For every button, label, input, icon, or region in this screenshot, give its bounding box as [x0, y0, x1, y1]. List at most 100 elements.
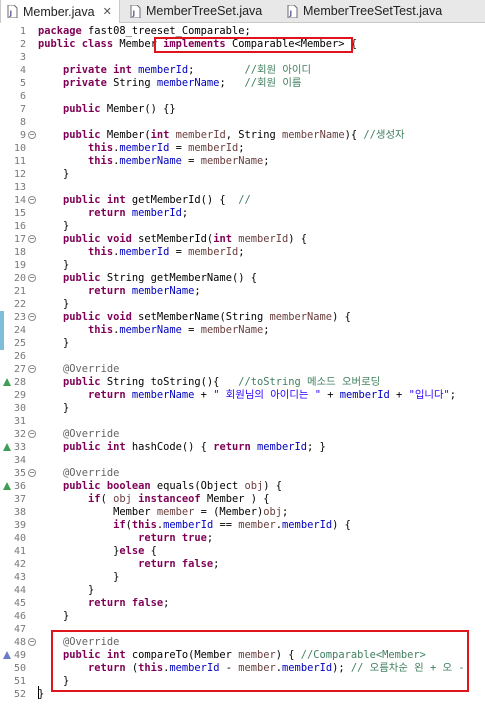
- code-text[interactable]: this.memberName = memberName;: [38, 155, 269, 168]
- code-text[interactable]: this.memberId = memberId;: [38, 142, 244, 155]
- code-line[interactable]: 25 }: [0, 337, 485, 350]
- code-text[interactable]: this.memberId = memberId;: [38, 246, 244, 259]
- code-line[interactable]: 12 }: [0, 168, 485, 181]
- code-text[interactable]: public String getMemberName() {: [38, 272, 257, 285]
- code-text[interactable]: return memberName + " 회원님의 아이디는 " + memb…: [38, 389, 456, 402]
- fold-toggle-icon[interactable]: −: [28, 638, 36, 646]
- fold-toggle-icon[interactable]: −: [28, 313, 36, 321]
- code-line[interactable]: 15 return memberId;: [0, 207, 485, 220]
- code-line[interactable]: 22 }: [0, 298, 485, 311]
- code-text[interactable]: private String memberName; //회원 이름: [38, 77, 301, 90]
- code-text[interactable]: }: [38, 259, 69, 272]
- code-text[interactable]: public Member() {}: [38, 103, 176, 116]
- code-text[interactable]: @Override: [38, 363, 119, 376]
- code-line[interactable]: 11 this.memberName = memberName;: [0, 155, 485, 168]
- code-text[interactable]: this.memberName = memberName;: [38, 324, 269, 337]
- code-line[interactable]: 43 }: [0, 571, 485, 584]
- code-line[interactable]: 31: [0, 415, 485, 428]
- code-line[interactable]: 4 private int memberId; //회원 아이디: [0, 64, 485, 77]
- code-line[interactable]: 10 this.memberId = memberId;: [0, 142, 485, 155]
- code-line[interactable]: 32− @Override: [0, 428, 485, 441]
- code-text[interactable]: return true;: [38, 532, 213, 545]
- code-line[interactable]: 45 return false;: [0, 597, 485, 610]
- code-text[interactable]: if( obj instanceof Member ) {: [38, 493, 269, 506]
- code-line[interactable]: 21 return memberName;: [0, 285, 485, 298]
- code-text[interactable]: @Override: [38, 467, 119, 480]
- code-line[interactable]: 29 return memberName + " 회원님의 아이디는 " + m…: [0, 389, 485, 402]
- fold-toggle-icon[interactable]: −: [28, 365, 36, 373]
- tab-member-java[interactable]: J Member.java ✕: [0, 0, 120, 23]
- code-text[interactable]: if(this.memberId == member.memberId) {: [38, 519, 351, 532]
- code-line[interactable]: 27− @Override: [0, 363, 485, 376]
- code-line[interactable]: 39 if(this.memberId == member.memberId) …: [0, 519, 485, 532]
- code-line[interactable]: 14− public int getMemberId() { //: [0, 194, 485, 207]
- code-text[interactable]: public boolean equals(Object obj) {: [38, 480, 282, 493]
- code-line[interactable]: 33 public int hashCode() { return member…: [0, 441, 485, 454]
- line-number: 44: [13, 585, 26, 596]
- code-line[interactable]: 7 public Member() {}: [0, 103, 485, 116]
- close-icon[interactable]: ✕: [103, 5, 112, 18]
- line-number: 46: [13, 611, 26, 622]
- code-line[interactable]: 26: [0, 350, 485, 363]
- code-text[interactable]: }: [38, 298, 69, 311]
- code-line[interactable]: 13: [0, 181, 485, 194]
- code-line[interactable]: 36 public boolean equals(Object obj) {: [0, 480, 485, 493]
- code-text[interactable]: public Member(int memberId, String membe…: [38, 129, 405, 142]
- code-line[interactable]: 40 return true;: [0, 532, 485, 545]
- code-text[interactable]: public void setMemberId(int memberId) {: [38, 233, 307, 246]
- tab-membertreesettest-java[interactable]: J MemberTreeSetTest.java: [281, 0, 442, 22]
- code-line[interactable]: 19 }: [0, 259, 485, 272]
- code-line[interactable]: 6: [0, 90, 485, 103]
- code-text[interactable]: }: [38, 168, 69, 181]
- code-line[interactable]: 44 }: [0, 584, 485, 597]
- line-number: 40: [13, 533, 26, 544]
- code-text[interactable]: public String toString(){ //toString 메소드…: [38, 376, 380, 389]
- tab-label: Member.java: [23, 4, 95, 19]
- code-line[interactable]: 37 if( obj instanceof Member ) {: [0, 493, 485, 506]
- code-text[interactable]: return memberName;: [38, 285, 201, 298]
- code-line[interactable]: 18 this.memberId = memberId;: [0, 246, 485, 259]
- code-line[interactable]: 24 this.memberName = memberName;: [0, 324, 485, 337]
- code-text[interactable]: }else {: [38, 545, 157, 558]
- tab-membertreeset-java[interactable]: J MemberTreeSet.java: [124, 0, 262, 22]
- code-text[interactable]: Member member = (Member)obj;: [38, 506, 288, 519]
- code-line[interactable]: 42 return false;: [0, 558, 485, 571]
- code-line[interactable]: 46 }: [0, 610, 485, 623]
- code-text[interactable]: return false;: [38, 558, 219, 571]
- code-text[interactable]: }: [38, 337, 69, 350]
- line-number: 38: [13, 507, 26, 518]
- fold-toggle-icon[interactable]: −: [28, 430, 36, 438]
- code-line[interactable]: 5 private String memberName; //회원 이름: [0, 77, 485, 90]
- code-text[interactable]: return false;: [38, 597, 169, 610]
- code-text[interactable]: public void setMemberName(String memberN…: [38, 311, 351, 324]
- code-line[interactable]: 9− public Member(int memberId, String me…: [0, 129, 485, 142]
- code-line[interactable]: 41 }else {: [0, 545, 485, 558]
- code-text[interactable]: return memberId;: [38, 207, 188, 220]
- code-line[interactable]: 28 public String toString(){ //toString …: [0, 376, 485, 389]
- code-line[interactable]: 30 }: [0, 402, 485, 415]
- fold-toggle-icon[interactable]: −: [28, 469, 36, 477]
- fold-toggle-icon[interactable]: −: [28, 274, 36, 282]
- code-text[interactable]: public int hashCode() { return memberId;…: [38, 441, 326, 454]
- code-text[interactable]: public int getMemberId() { //: [38, 194, 251, 207]
- line-number: 48: [13, 637, 26, 648]
- code-text[interactable]: }: [38, 584, 94, 597]
- code-line[interactable]: 38 Member member = (Member)obj;: [0, 506, 485, 519]
- code-line[interactable]: 8: [0, 116, 485, 129]
- fold-toggle-icon[interactable]: −: [28, 131, 36, 139]
- code-editor[interactable]: 1 package fast08_treeset_Comparable; 2 publ…: [0, 25, 485, 705]
- code-line[interactable]: 35− @Override: [0, 467, 485, 480]
- code-text[interactable]: }: [38, 220, 69, 233]
- code-line[interactable]: 17− public void setMemberId(int memberId…: [0, 233, 485, 246]
- code-text[interactable]: private int memberId; //회원 아이디: [38, 64, 311, 77]
- code-line[interactable]: 34: [0, 454, 485, 467]
- fold-toggle-icon[interactable]: −: [28, 235, 36, 243]
- code-line[interactable]: 23− public void setMemberName(String mem…: [0, 311, 485, 324]
- fold-toggle-icon[interactable]: −: [28, 196, 36, 204]
- code-line[interactable]: 20− public String getMemberName() {: [0, 272, 485, 285]
- code-text[interactable]: @Override: [38, 428, 119, 441]
- code-line[interactable]: 16 }: [0, 220, 485, 233]
- code-text[interactable]: }: [38, 402, 69, 415]
- code-text[interactable]: }: [38, 571, 119, 584]
- code-text[interactable]: }: [38, 610, 69, 623]
